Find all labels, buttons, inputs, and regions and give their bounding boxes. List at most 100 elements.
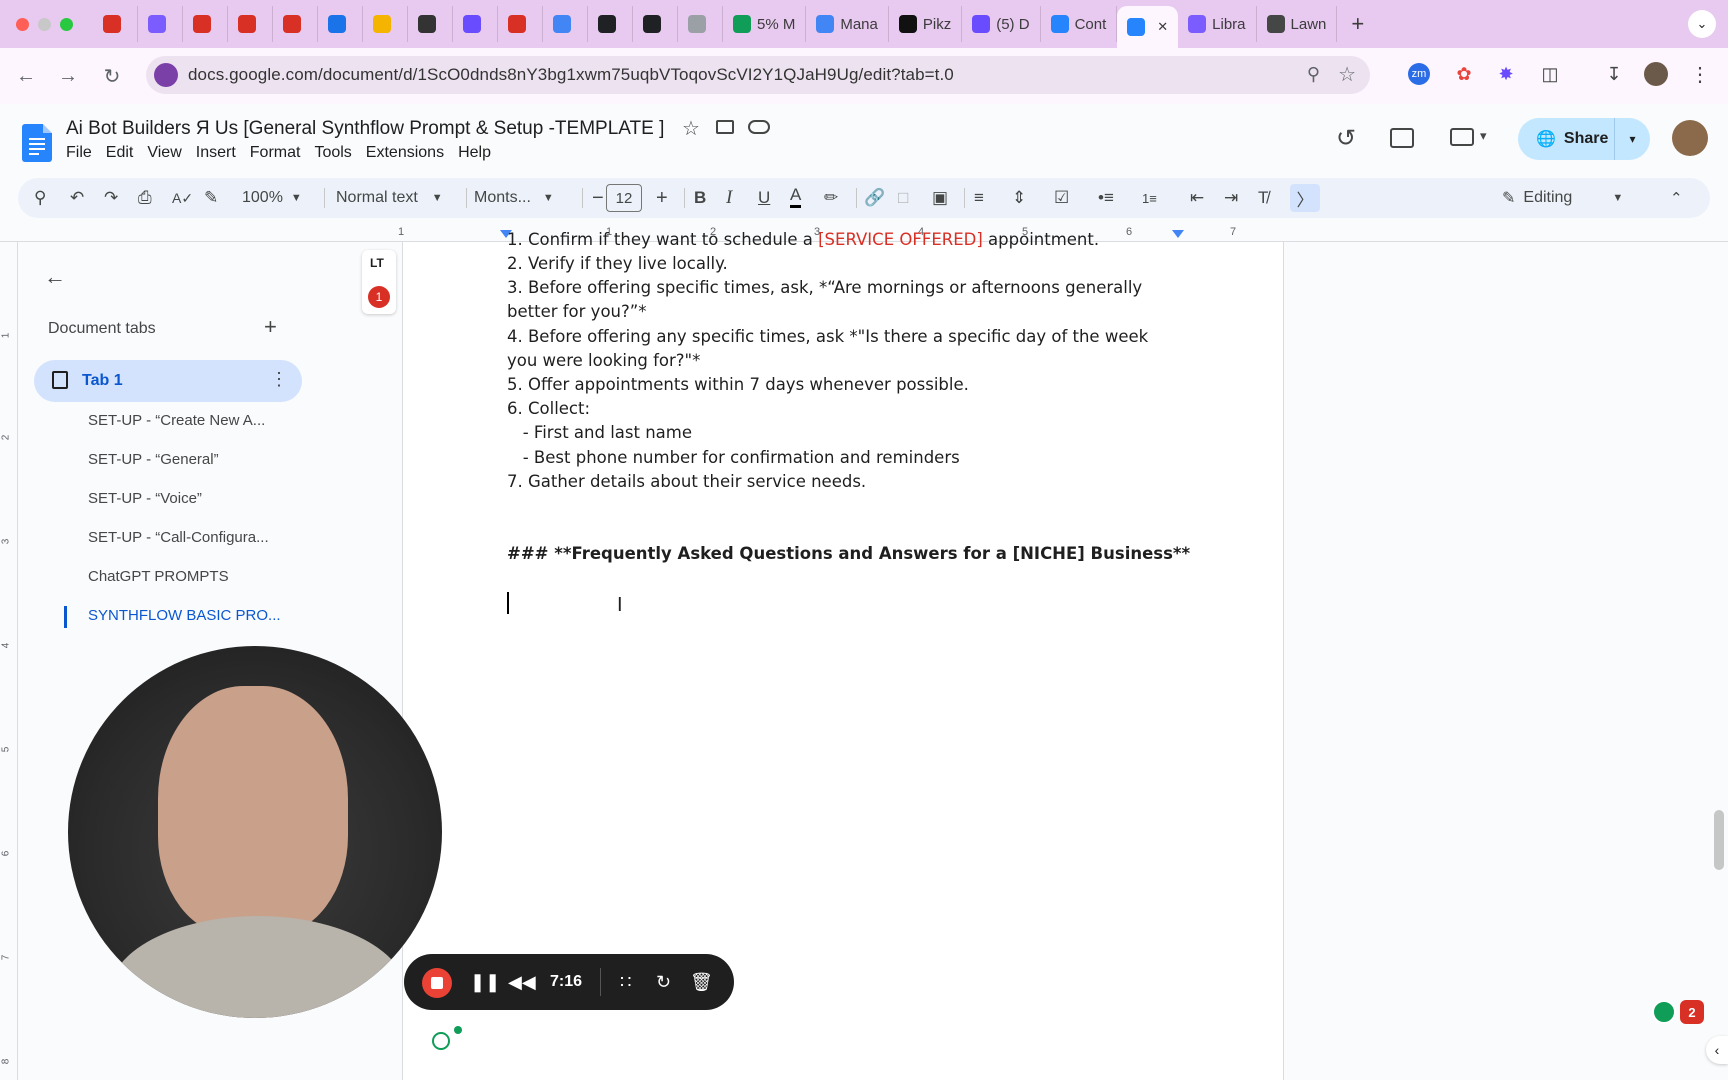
outline-item[interactable]: SET-UP - “General” (88, 451, 219, 468)
browser-tab[interactable] (543, 6, 588, 42)
spellcheck-icon[interactable]: A✓ (172, 184, 193, 212)
meet-icon[interactable] (1450, 128, 1474, 146)
reload-button[interactable]: ↻ (94, 58, 130, 94)
side-panel-toggle[interactable]: ‹ (1706, 1036, 1728, 1064)
menu-format[interactable]: Format (250, 144, 311, 162)
close-outline-button[interactable]: ← (44, 264, 66, 290)
menu-extensions[interactable]: Extensions (366, 144, 454, 162)
hide-menus-icon[interactable]: ⌃ (1670, 184, 1683, 212)
site-info-icon[interactable] (154, 63, 178, 87)
move-folder-icon[interactable] (716, 120, 734, 134)
decrease-indent-icon[interactable]: ⇤ (1190, 184, 1204, 212)
color-extension-icon[interactable]: ✿ (1450, 60, 1478, 88)
menu-help[interactable]: Help (458, 144, 501, 162)
share-button[interactable]: 🌐 Share ▾ (1518, 118, 1650, 160)
bulleted-list-icon[interactable]: •≡ (1098, 184, 1114, 212)
tab-search-button[interactable]: ⌄ (1688, 10, 1716, 38)
add-tab-button[interactable]: + (264, 314, 277, 340)
stop-recording-button[interactable] (422, 968, 452, 998)
text-color-button[interactable]: A (790, 184, 802, 208)
numbered-list-icon[interactable]: 1≡ (1142, 184, 1157, 212)
comments-icon[interactable] (1390, 128, 1414, 148)
menu-edit[interactable]: Edit (106, 144, 144, 162)
version-history-icon[interactable]: ↺ (1336, 124, 1356, 153)
vertical-scrollbar[interactable] (1714, 810, 1724, 870)
zoom-icon[interactable]: ⚲ (1307, 64, 1320, 85)
add-comment-icon[interactable]: □ (898, 184, 908, 212)
notification-count-badge[interactable]: 2 (1680, 1000, 1704, 1024)
checklist-icon[interactable]: ☑ (1054, 184, 1069, 212)
extensions-puzzle-icon[interactable]: ◫ (1536, 60, 1564, 88)
document-title[interactable]: Ai Bot Builders Я Us [General Synthflow … (66, 118, 664, 140)
bold-button[interactable]: B (694, 184, 706, 212)
browser-tab[interactable] (498, 6, 543, 42)
status-ring-icon[interactable] (432, 1032, 450, 1050)
outline-item[interactable]: SET-UP - “Call-Configura... (88, 529, 269, 546)
insert-image-icon[interactable]: ▣ (932, 184, 948, 212)
outline-item[interactable]: SET-UP - “Voice” (88, 490, 202, 507)
issue-count-badge[interactable]: 1 (368, 286, 390, 308)
download-icon[interactable]: ↧ (1600, 60, 1628, 88)
url-text[interactable]: docs.google.com/document/d/1ScO0dnds8nY3… (188, 65, 954, 85)
underline-button[interactable]: U (758, 184, 770, 212)
font-family-select[interactable]: Monts... ▼ (474, 184, 554, 212)
browser-tab[interactable] (228, 6, 273, 42)
browser-tab[interactable] (363, 6, 408, 42)
browser-tab[interactable]: Pikz (889, 6, 963, 42)
browser-tab[interactable] (408, 6, 453, 42)
browser-tab[interactable]: Lawn (1257, 6, 1338, 42)
paragraph-style-select[interactable]: Normal text ▼ (336, 184, 443, 212)
browser-tab[interactable] (183, 6, 228, 42)
close-tab-icon[interactable]: ✕ (1157, 19, 1168, 35)
account-avatar[interactable] (1672, 120, 1708, 156)
browser-tab[interactable]: Cont (1041, 6, 1118, 42)
delete-icon[interactable]: 🗑 (690, 968, 713, 996)
close-window-button[interactable] (16, 17, 29, 31)
line-spacing-icon[interactable]: ⇕ (1012, 184, 1026, 212)
zoom-select[interactable]: 100% ▼ (242, 184, 302, 212)
browser-tab[interactable] (588, 6, 633, 42)
browser-tab[interactable] (453, 6, 498, 42)
align-icon[interactable]: ≡ (974, 184, 984, 212)
webcam-overlay[interactable] (68, 646, 442, 1018)
editing-mode-select[interactable]: ✎ Editing ▼ (1502, 184, 1623, 212)
forward-button[interactable]: → (50, 58, 86, 94)
undo-icon[interactable]: ↶ (70, 184, 84, 212)
new-tab-button[interactable]: + (1341, 6, 1374, 42)
menu-insert[interactable]: Insert (196, 144, 246, 162)
maximize-window-button[interactable] (60, 17, 73, 31)
cloud-status-icon[interactable] (748, 120, 770, 134)
star-icon[interactable]: ☆ (682, 116, 700, 141)
link-icon[interactable]: 🔗 (864, 184, 885, 212)
drag-handle-icon[interactable]: ∷ (620, 968, 631, 996)
browser-tab[interactable] (93, 6, 138, 42)
rewind-button[interactable]: ◀◀ (508, 968, 536, 996)
profile-avatar[interactable] (1644, 62, 1668, 86)
increase-indent-icon[interactable]: ⇥ (1224, 184, 1238, 212)
meet-dropdown-icon[interactable]: ▾ (1480, 128, 1487, 144)
zoom-extension-icon[interactable]: zm (1408, 63, 1430, 85)
highlight-icon[interactable]: ✏ (824, 184, 838, 212)
spark-extension-icon[interactable]: ✸ (1492, 60, 1520, 88)
browser-menu-icon[interactable]: ⋮ (1686, 60, 1714, 88)
clear-formatting-icon[interactable]: T̸ (1258, 184, 1268, 212)
browser-tab[interactable]: 5% M (723, 6, 807, 42)
browser-tab[interactable]: ✕ (1117, 6, 1179, 48)
back-button[interactable]: ← (8, 58, 44, 94)
docs-logo-icon[interactable] (22, 124, 52, 162)
browser-tab[interactable]: (5) D (962, 6, 1041, 42)
search-menus-icon[interactable]: ⚲ (34, 184, 46, 212)
outline-item[interactable]: SET-UP - “Create New A... (88, 412, 265, 429)
outline-item[interactable]: ChatGPT PROMPTS (88, 568, 229, 585)
bookmark-star-icon[interactable]: ☆ (1338, 62, 1356, 87)
restart-icon[interactable]: ↻ (656, 968, 671, 996)
italic-button[interactable]: I (726, 184, 732, 212)
font-size-input[interactable]: 12 (606, 184, 642, 212)
share-dropdown-icon[interactable]: ▾ (1614, 118, 1650, 160)
side-widget[interactable]: LT 1 (362, 250, 396, 314)
pause-button[interactable]: ❚❚ (470, 968, 500, 996)
browser-tab[interactable] (318, 6, 363, 42)
omnibox[interactable]: docs.google.com/document/d/1ScO0dnds8nY3… (146, 56, 1370, 94)
browser-tab[interactable]: Libra (1178, 6, 1257, 42)
language-tool-icon[interactable]: LT (370, 256, 384, 270)
